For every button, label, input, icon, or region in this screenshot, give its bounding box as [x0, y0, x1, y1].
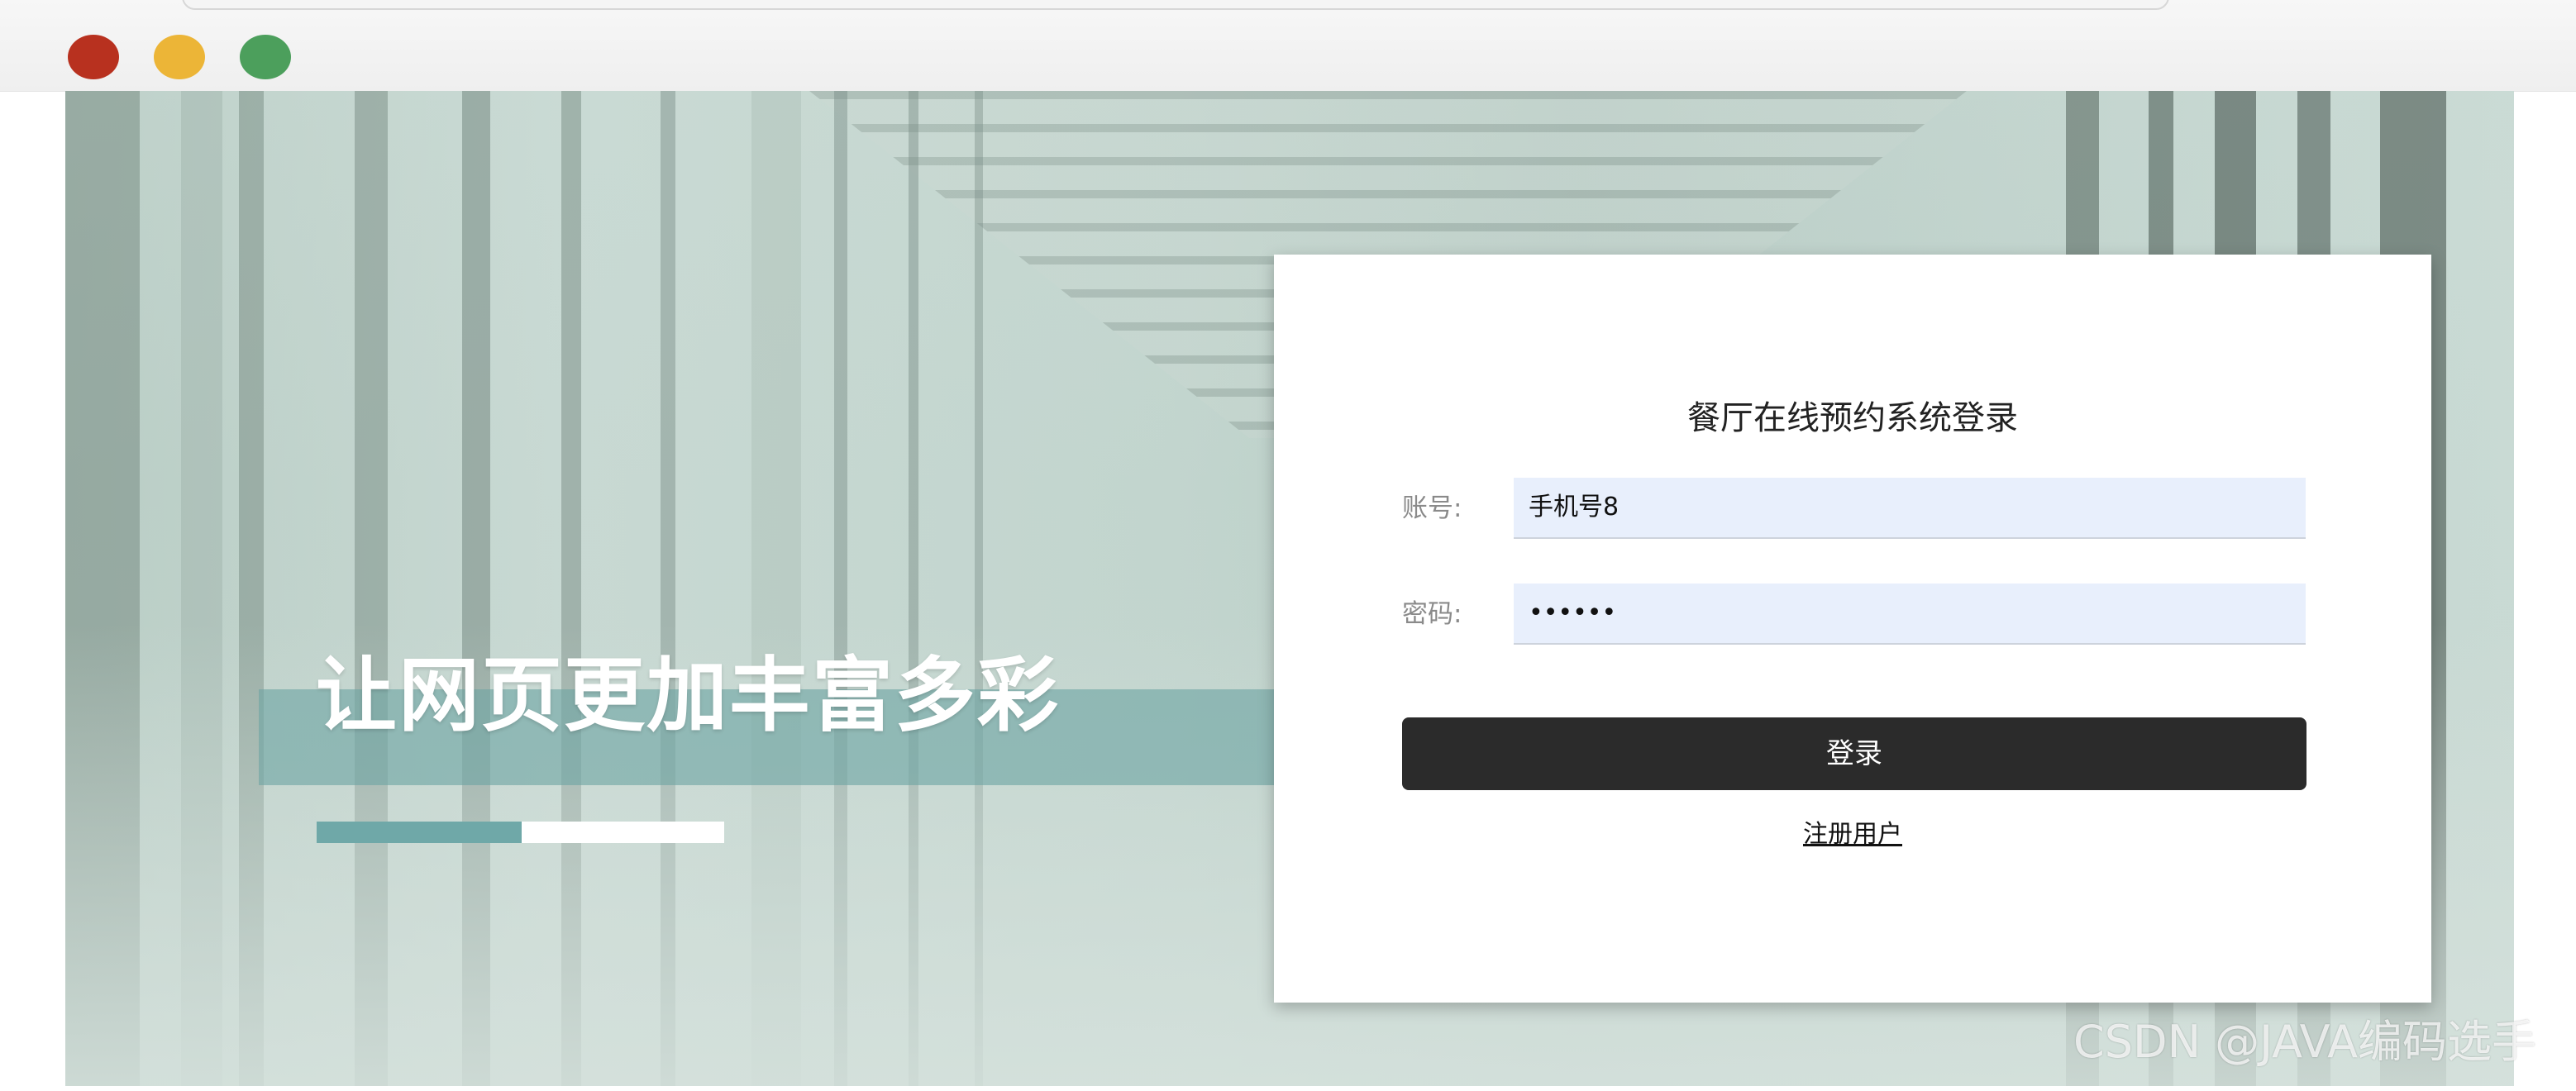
- minimize-window-button[interactable]: [154, 35, 205, 79]
- account-input[interactable]: 手机号8: [1514, 478, 2306, 539]
- hero-title: 让网页更加丰富多彩: [316, 649, 1061, 743]
- maximize-window-button[interactable]: [240, 35, 291, 79]
- address-bar[interactable]: [182, 0, 2169, 10]
- accent-bar-teal: [317, 822, 522, 843]
- password-input[interactable]: ••••••: [1514, 584, 2306, 645]
- login-title: 餐厅在线预约系统登录: [1687, 399, 2018, 437]
- register-link[interactable]: 注册用户: [1274, 817, 2431, 853]
- login-card: 餐厅在线预约系统登录 账号: 手机号8 密码: •••••• 登录 注册用户: [1274, 255, 2431, 1003]
- watermark: CSDN @JAVA编码选手: [2073, 1016, 2537, 1068]
- password-label: 密码:: [1402, 599, 1462, 629]
- login-button[interactable]: 登录: [1402, 717, 2306, 790]
- close-window-button[interactable]: [68, 35, 119, 79]
- account-label: 账号:: [1402, 493, 1462, 523]
- accent-bar-white: [522, 822, 724, 843]
- browser-titlebar: [0, 0, 2576, 92]
